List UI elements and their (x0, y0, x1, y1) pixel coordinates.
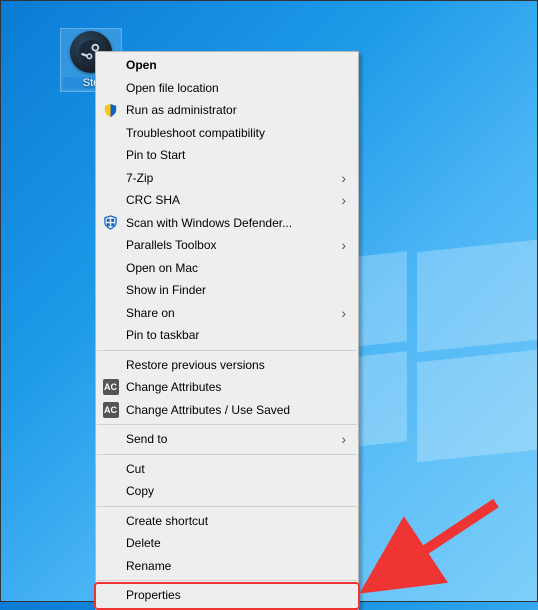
menu-item-label: Create shortcut (126, 514, 208, 528)
menu-item-label: Change Attributes / Use Saved (126, 403, 290, 417)
menu-item-label: Rename (126, 559, 171, 573)
menu-separator (97, 506, 357, 507)
menu-item-create-shortcut[interactable]: Create shortcut (96, 510, 358, 533)
menu-item-label: Properties (126, 588, 181, 602)
menu-item-change-attributes[interactable]: AC Change Attributes (96, 376, 358, 399)
menu-item-label: Troubleshoot compatibility (126, 126, 265, 140)
menu-separator (97, 350, 357, 351)
menu-item-delete[interactable]: Delete (96, 532, 358, 555)
shield-icon (102, 102, 119, 119)
menu-separator (97, 424, 357, 425)
menu-item-share-on[interactable]: Share on › (96, 302, 358, 325)
ac-icon: AC (102, 401, 119, 418)
menu-item-restore-previous-versions[interactable]: Restore previous versions (96, 354, 358, 377)
menu-item-run-as-administrator[interactable]: Run as administrator (96, 99, 358, 122)
menu-separator (97, 580, 357, 581)
menu-item-label: 7-Zip (126, 171, 153, 185)
menu-item-label: Scan with Windows Defender... (126, 216, 292, 230)
chevron-right-icon: › (341, 305, 346, 321)
menu-item-label: Copy (126, 484, 154, 498)
menu-item-properties[interactable]: Properties (96, 584, 358, 607)
menu-item-copy[interactable]: Copy (96, 480, 358, 503)
menu-item-cut[interactable]: Cut (96, 458, 358, 481)
menu-item-label: Restore previous versions (126, 358, 265, 372)
menu-item-label: Parallels Toolbox (126, 238, 217, 252)
menu-item-label: Delete (126, 536, 161, 550)
menu-item-pin-to-start[interactable]: Pin to Start (96, 144, 358, 167)
menu-item-send-to[interactable]: Send to › (96, 428, 358, 451)
chevron-right-icon: › (341, 192, 346, 208)
menu-item-parallels-toolbox[interactable]: Parallels Toolbox › (96, 234, 358, 257)
chevron-right-icon: › (341, 431, 346, 447)
menu-item-scan-with-windows-defender[interactable]: Scan with Windows Defender... (96, 212, 358, 235)
menu-item-label: Run as administrator (126, 103, 237, 117)
menu-item-label: Send to (126, 432, 167, 446)
menu-item-change-attributes-use-saved[interactable]: AC Change Attributes / Use Saved (96, 399, 358, 422)
menu-item-open-on-mac[interactable]: Open on Mac (96, 257, 358, 280)
menu-item-label: Pin to taskbar (126, 328, 199, 342)
menu-item-pin-to-taskbar[interactable]: Pin to taskbar (96, 324, 358, 347)
menu-item-open-file-location[interactable]: Open file location (96, 77, 358, 100)
chevron-right-icon: › (341, 170, 346, 186)
menu-item-rename[interactable]: Rename (96, 555, 358, 578)
menu-item-label: Show in Finder (126, 283, 206, 297)
menu-item-label: Cut (126, 462, 145, 476)
menu-item-label: Change Attributes (126, 380, 221, 394)
menu-item-crc-sha[interactable]: CRC SHA › (96, 189, 358, 212)
menu-item-7-zip[interactable]: 7-Zip › (96, 167, 358, 190)
menu-item-label: Open on Mac (126, 261, 198, 275)
menu-item-label: Open file location (126, 81, 219, 95)
menu-item-troubleshoot-compatibility[interactable]: Troubleshoot compatibility (96, 122, 358, 145)
defender-icon (102, 214, 119, 231)
menu-item-show-in-finder[interactable]: Show in Finder (96, 279, 358, 302)
context-menu: Open Open file location Run as administrat… (95, 51, 359, 610)
chevron-right-icon: › (341, 237, 346, 253)
menu-separator (97, 454, 357, 455)
menu-item-label: Share on (126, 306, 175, 320)
menu-item-open[interactable]: Open (96, 54, 358, 77)
menu-item-label: Open (126, 58, 157, 72)
menu-item-label: CRC SHA (126, 193, 180, 207)
menu-item-label: Pin to Start (126, 148, 185, 162)
ac-icon: AC (102, 379, 119, 396)
